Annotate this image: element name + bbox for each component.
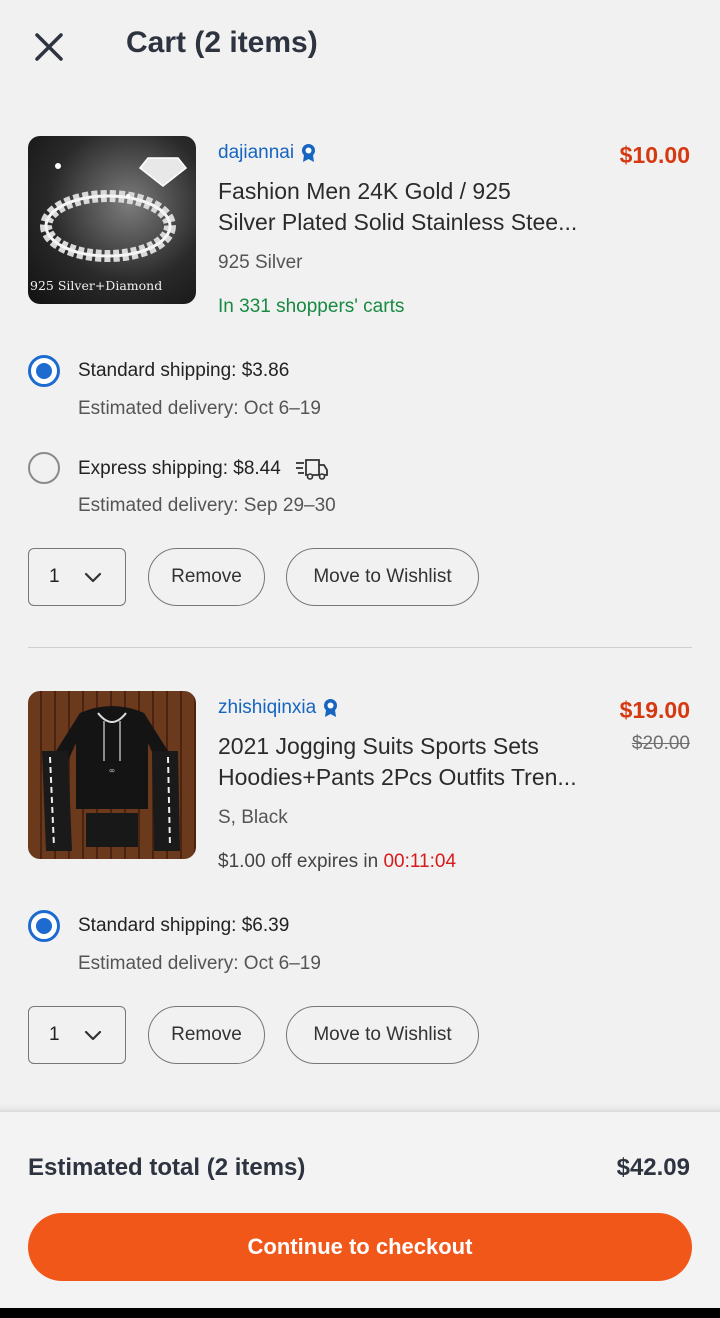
chevron-down-icon — [84, 1030, 102, 1041]
move-to-wishlist-button[interactable]: Move to Wishlist — [286, 548, 479, 606]
delivery-estimate: Estimated delivery: Oct 6–19 — [78, 398, 321, 419]
system-nav-bar — [0, 1308, 720, 1318]
seller-label[interactable]: zhishiqinxia — [218, 697, 316, 719]
express-shipping-radio[interactable] — [28, 452, 60, 484]
shipping-option-label: Standard shipping: $3.86 — [78, 360, 290, 381]
quantity-value[interactable]: 1 — [49, 566, 60, 588]
seller-name[interactable]: dajiannai — [218, 142, 317, 164]
verified-badge-icon — [302, 144, 316, 162]
seller-label[interactable]: dajiannai — [218, 142, 294, 164]
standard-shipping-label: Standard shipping: $3.86 — [78, 360, 289, 382]
product-title-line[interactable]: 2021 Jogging Suits Sports Sets — [218, 731, 598, 762]
remove-button[interactable]: Remove — [148, 548, 265, 606]
promo-countdown: $1.00 off expires in 00:11:04 — [218, 851, 456, 873]
express-shipping-label: Express shipping: $8.44 — [78, 457, 329, 481]
svg-text:∞: ∞ — [109, 766, 116, 775]
product-title[interactable]: Fashion Men 24K Gold / 925 Silver Plated… — [218, 176, 598, 238]
quantity-select[interactable]: 1 — [28, 548, 126, 606]
cart-header: Cart (2 items) — [0, 0, 720, 92]
page-title: Cart (2 items) — [126, 26, 318, 59]
product-variant: S, Black — [218, 807, 288, 828]
promo-text: $1.00 off expires in — [218, 851, 384, 872]
estimated-total-value: $42.09 — [616, 1154, 690, 1181]
estimated-total-label: Estimated total (2 items) — [28, 1154, 306, 1181]
close-icon[interactable] — [30, 28, 68, 66]
quantity-value[interactable]: 1 — [49, 1024, 60, 1046]
delivery-estimate: Estimated delivery: Sep 29–30 — [78, 495, 336, 516]
original-price: $20.00 — [631, 733, 690, 754]
thumb-caption: 925 Silver+Diamond — [30, 278, 162, 293]
verified-badge-icon — [324, 699, 338, 717]
chevron-down-icon — [84, 572, 102, 583]
shipping-option-label: Standard shipping: $6.39 — [78, 915, 290, 936]
product-title-line[interactable]: Fashion Men 24K Gold / 925 — [218, 176, 598, 207]
product-variant: 925 Silver — [218, 252, 303, 273]
standard-shipping-radio[interactable] — [28, 355, 60, 387]
shipping-option-label: Express shipping: $8.44 — [78, 458, 281, 479]
item-price: $19.00 — [619, 697, 690, 723]
standard-shipping-radio[interactable] — [28, 910, 60, 942]
seller-name[interactable]: zhishiqinxia — [218, 697, 339, 719]
quantity-select[interactable]: 1 — [28, 1006, 126, 1064]
product-image[interactable]: 925 Silver+Diamond — [28, 136, 196, 304]
divider — [28, 647, 692, 648]
fast-truck-icon — [295, 459, 328, 480]
move-to-wishlist-button[interactable]: Move to Wishlist — [286, 1006, 479, 1064]
standard-shipping-label: Standard shipping: $6.39 — [78, 915, 289, 937]
product-title-line[interactable]: Silver Plated Solid Stainless Stee... — [218, 207, 598, 238]
popularity-note: In 331 shoppers' carts — [218, 296, 405, 317]
product-image[interactable]: ∞ — [28, 691, 196, 859]
product-title[interactable]: 2021 Jogging Suits Sports Sets Hoodies+P… — [218, 731, 598, 793]
delivery-estimate: Estimated delivery: Oct 6–19 — [78, 953, 321, 974]
product-title-line[interactable]: Hoodies+Pants 2Pcs Outfits Tren... — [218, 762, 598, 793]
item-price: $10.00 — [619, 142, 690, 168]
continue-to-checkout-button[interactable]: Continue to checkout — [28, 1213, 692, 1281]
promo-timer: 00:11:04 — [383, 851, 457, 872]
remove-button[interactable]: Remove — [148, 1006, 265, 1064]
